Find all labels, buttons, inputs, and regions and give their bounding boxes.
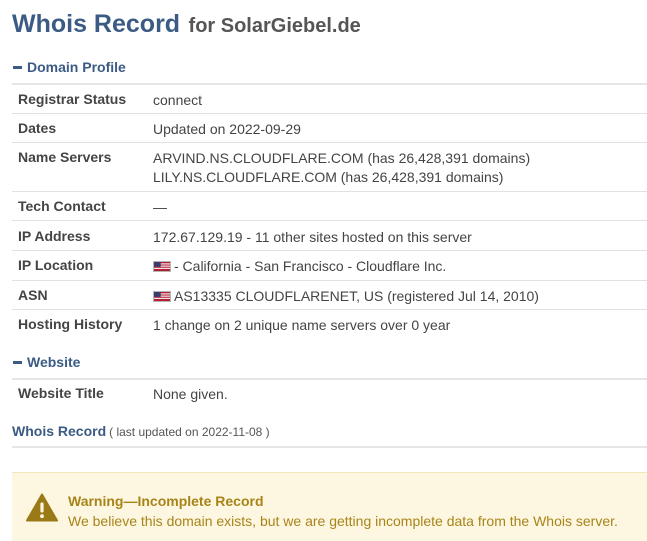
row-label: ASN	[18, 287, 48, 303]
divider	[12, 378, 647, 380]
row-label: Name Servers	[18, 149, 112, 165]
warning-title: Warning—Incomplete Record	[68, 493, 264, 509]
name-server-1[interactable]: ARVIND.NS.CLOUDFLARE.COM (has 26,428,391…	[153, 150, 530, 166]
domain-profile-heading[interactable]: Domain Profile	[13, 59, 126, 75]
row-label: IP Address	[18, 228, 91, 244]
collapse-icon[interactable]	[13, 65, 22, 69]
divider	[12, 309, 647, 310]
row-value[interactable]: 172.67.129.19 - 11 other sites hosted on…	[153, 228, 472, 247]
whois-record-updated: ( last updated on 2022-11-08 )	[109, 425, 270, 439]
row-label: Website Title	[18, 385, 104, 401]
name-server-2[interactable]: LILY.NS.CLOUDFLARE.COM (has 26,428,391 d…	[153, 169, 503, 185]
us-flag-icon	[153, 291, 171, 302]
row-value: ARVIND.NS.CLOUDFLARE.COM (has 26,428,391…	[153, 149, 530, 187]
warning-triangle-icon	[26, 493, 58, 522]
row-label: Dates	[18, 120, 57, 136]
row-label: Registrar Status	[18, 91, 127, 107]
row-value: —	[153, 199, 167, 215]
whois-page: Whois Record for SolarGiebel.de Domain P…	[0, 0, 647, 541]
whois-record-label: Whois Record	[12, 423, 107, 439]
page-title-main: Whois Record	[12, 10, 181, 38]
us-flag-icon	[153, 261, 171, 272]
warning-text: We believe this domain exists, but we ar…	[68, 513, 618, 529]
domain-profile-heading-label: Domain Profile	[27, 59, 126, 75]
row-label: Hosting History	[18, 316, 123, 332]
divider	[12, 113, 647, 114]
divider	[12, 83, 647, 85]
row-label: IP Location	[18, 257, 94, 273]
whois-record-heading: Whois Record( last updated on 2022-11-08…	[12, 423, 270, 439]
divider	[12, 280, 647, 281]
asn-text: AS13335 CLOUDFLARENET, US (registered Ju…	[174, 288, 539, 304]
row-value[interactable]: 1 change on 2 unique name servers over 0…	[153, 316, 450, 335]
ip-location-text: - California - San Francisco - Cloudflar…	[174, 258, 447, 274]
row-value: connect	[153, 92, 203, 108]
row-label: Tech Contact	[18, 198, 106, 214]
row-value: AS13335 CLOUDFLARENET, US (registered Ju…	[153, 287, 539, 306]
website-heading[interactable]: Website	[13, 354, 80, 370]
page-title: Whois Record for SolarGiebel.de	[12, 10, 361, 39]
divider	[12, 250, 647, 251]
row-value: None given.	[153, 386, 228, 402]
divider	[12, 191, 647, 192]
divider	[12, 446, 647, 448]
collapse-icon[interactable]	[13, 360, 22, 364]
row-value: - California - San Francisco - Cloudflar…	[153, 257, 446, 276]
website-heading-label: Website	[27, 354, 81, 370]
row-value: Updated on 2022-09-29	[153, 121, 301, 137]
page-title-domain: for SolarGiebel.de	[188, 15, 361, 37]
divider	[12, 220, 647, 221]
warning-box: Warning—Incomplete Record We believe thi…	[12, 472, 647, 541]
divider	[12, 142, 647, 143]
